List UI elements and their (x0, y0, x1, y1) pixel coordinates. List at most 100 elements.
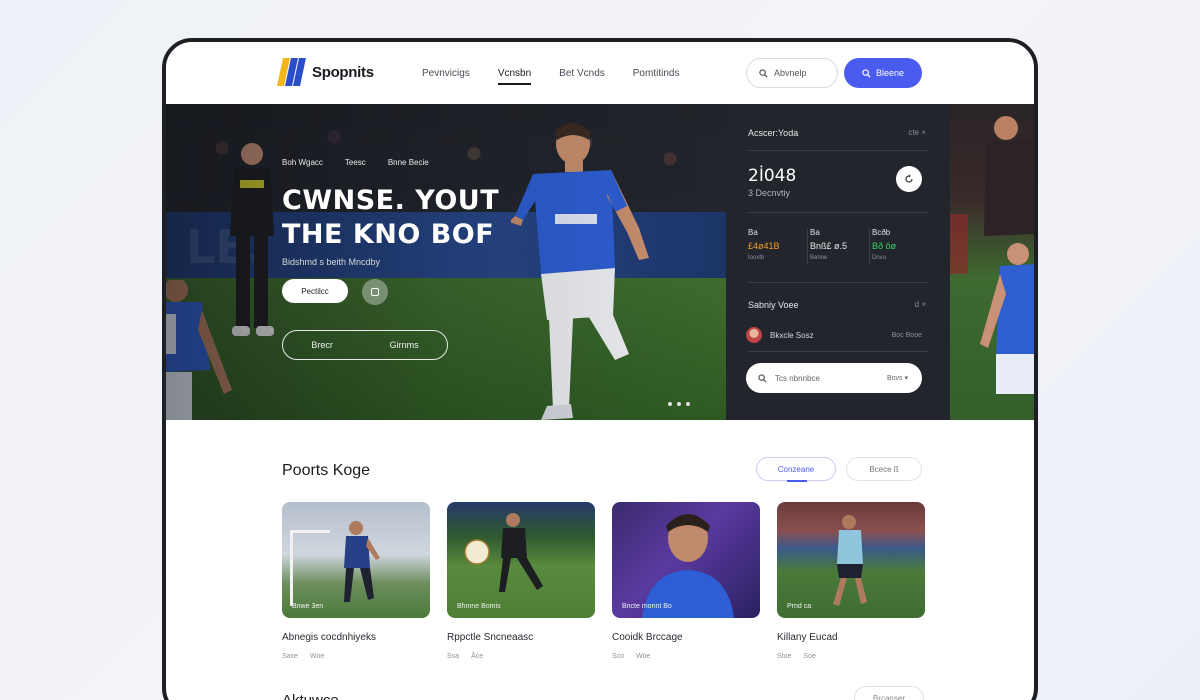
card-meta-item: Woe (636, 653, 651, 660)
refresh-button[interactable] (896, 166, 922, 192)
hero-title-line-1: CWNSE. YOUT (282, 185, 500, 216)
nav-cta-label: Bleene (875, 68, 905, 78)
card-image-caption: Bnwe 3en (292, 603, 324, 610)
side-players-figure (950, 116, 1034, 394)
stat-value: Bð öø (872, 241, 897, 251)
panel-big-sub: 3 Decnvtiy (748, 188, 791, 198)
stat-value: Bnß£ ø.5 (810, 241, 848, 251)
stat-sub: Dnvu (872, 255, 887, 261)
hero-tab-1[interactable]: Boh Wgacc (282, 158, 323, 167)
panel-item-meta: Boc Booe (891, 331, 922, 339)
news-card[interactable]: Prnd ca Killany Eucad Stoe Soe (777, 502, 925, 660)
card-meta-item: Saxe (282, 653, 298, 660)
carousel-dot[interactable] (686, 402, 690, 406)
hero-shade (166, 104, 726, 420)
nav-link-2[interactable]: Vcnsbn (497, 68, 532, 85)
panel-search-placeholder: Tcs nbnnbce (775, 373, 820, 383)
panel-section-title: Sabniy Voee (748, 300, 799, 310)
filter-pill[interactable]: Bcece ß (846, 457, 922, 481)
news-card[interactable]: Bncte monnt Bo Cooidk Brccage Sco Woe (612, 502, 760, 660)
player-portrait-figure (642, 514, 734, 618)
hero-tab-2[interactable]: Teesc (345, 158, 366, 167)
bottom-section-title: Aktuwce (282, 692, 339, 700)
panel-divider (748, 351, 928, 352)
panel-big-value: 2İ048 (748, 166, 797, 186)
nav-link-1[interactable]: Pevnvicigs (422, 68, 470, 85)
hero-outline-button[interactable]: Brecr Girnms (282, 330, 448, 360)
news-card[interactable]: Bhmne Bomis Rppctle Sncneaasc Ssa Åce (447, 502, 595, 660)
card-image-caption: Prnd ca (787, 603, 812, 610)
hero-title-line-2: THE KNO BOF (282, 219, 495, 250)
stat-1: Ba £4ø41B İooxtb (748, 228, 804, 264)
logo-mark-icon (277, 56, 306, 88)
brand-logo[interactable]: Spopnits (277, 56, 374, 88)
stat-label: Bcðb (872, 228, 891, 237)
nav-cta-button[interactable]: Bleene (844, 58, 922, 88)
card-image-caption: Bncte monnt Bo (622, 603, 672, 610)
card-title: Cooidk Brccage (612, 632, 683, 643)
search-icon (758, 373, 767, 383)
panel-section-action[interactable]: d × (915, 300, 926, 309)
hero-primary-button[interactable]: Pectilcc (282, 279, 348, 303)
panel-divider (748, 150, 928, 151)
stat-2: Ba Bnß£ ø.5 Benne (810, 228, 866, 264)
square-icon (371, 288, 379, 296)
goalkeeper-figure (290, 521, 380, 606)
live-score-panel: Acscer:Yoda cte × 2İ048 3 Decnvtiy Ba £4… (726, 104, 950, 420)
section-title: Poorts Koge (282, 462, 371, 479)
card-title: Rppctle Sncneaasc (447, 632, 534, 643)
nav-search-input[interactable]: Abvnelp (746, 58, 838, 88)
hero-tab-3[interactable]: Bnne Becie (388, 158, 429, 167)
card-image: Bnwe 3en (282, 502, 430, 618)
stat-sub: Benne (810, 255, 828, 261)
stats-row: Ba £4ø41B İooxtb Ba Bnß£ ø.5 Benne Bcðb … (748, 228, 928, 264)
stat-sub: İooxtb (748, 255, 765, 261)
side-photo (950, 104, 1034, 420)
panel-list-item[interactable]: Bkxcle Sosz Boc Booe (746, 323, 922, 347)
card-title: Abnegis cocdnhiyeks (282, 632, 376, 643)
panel-header: Acscer:Yoda (748, 128, 799, 138)
card-image: Bncte monnt Bo (612, 502, 760, 618)
card-image: Prnd ca (777, 502, 925, 618)
card-meta: Sco Woe (612, 653, 760, 660)
stat-label: Ba (810, 228, 820, 237)
card-meta-item: Stoe (777, 653, 792, 660)
card-meta-item: Ssa (447, 653, 460, 660)
top-navigation: Spopnits Pevnvicigs Vcnsbn Bet Vcnds Pom… (166, 42, 1034, 104)
carousel-dot[interactable] (668, 402, 672, 406)
running-player-figure (833, 515, 867, 606)
search-icon (759, 68, 768, 78)
hero-subtitle: Bidshmd s beith Mncdby (282, 257, 381, 267)
card-meta: Ssa Åce (447, 653, 595, 660)
nav-link-4[interactable]: Pomtitinds (633, 68, 680, 85)
search-icon (862, 68, 871, 78)
bottom-pill-button[interactable]: Brcanser (854, 686, 924, 700)
card-image: Bhmne Bomis (447, 502, 595, 618)
refresh-icon (905, 174, 913, 183)
nav-search-label: Abvnelp (774, 68, 807, 78)
panel-divider (748, 282, 928, 283)
hero-tabs: Boh Wgacc Teesc Bnne Becie (282, 158, 429, 167)
filter-pill-active[interactable]: Conzeane (756, 457, 836, 482)
card-grid: Bnwe 3en Abnegis cocdnhiyeks Saxe Woe Bh… (282, 502, 925, 660)
panel-header-action[interactable]: cte × (908, 128, 926, 137)
hero-circle-button[interactable] (362, 279, 388, 305)
nav-link-3[interactable]: Bet Vcnds (559, 68, 605, 85)
panel-item-name: Bkxcle Sosz (770, 330, 814, 340)
panel-divider (748, 212, 928, 213)
card-meta-item: Sco (612, 653, 625, 660)
card-image-caption: Bhmne Bomis (457, 603, 501, 610)
brand-name: Spopnits (312, 63, 374, 81)
news-card[interactable]: Bnwe 3en Abnegis cocdnhiyeks Saxe Woe (282, 502, 430, 660)
stat-divider (868, 228, 870, 264)
panel-search-dropdown[interactable]: Bovs ▾ (887, 374, 908, 382)
hero-carousel-dots[interactable] (668, 402, 690, 406)
card-title: Killany Eucad (777, 632, 838, 643)
stat-label: Ba (748, 228, 758, 237)
stat-value: £4ø41B (748, 241, 780, 251)
card-meta-item: Woe (309, 653, 325, 660)
card-meta-item: Åce (471, 653, 484, 660)
carousel-dot[interactable] (677, 402, 681, 406)
hero-banner: LE. (166, 104, 726, 420)
panel-search-input[interactable]: Tcs nbnnbce Bovs ▾ (746, 363, 922, 393)
